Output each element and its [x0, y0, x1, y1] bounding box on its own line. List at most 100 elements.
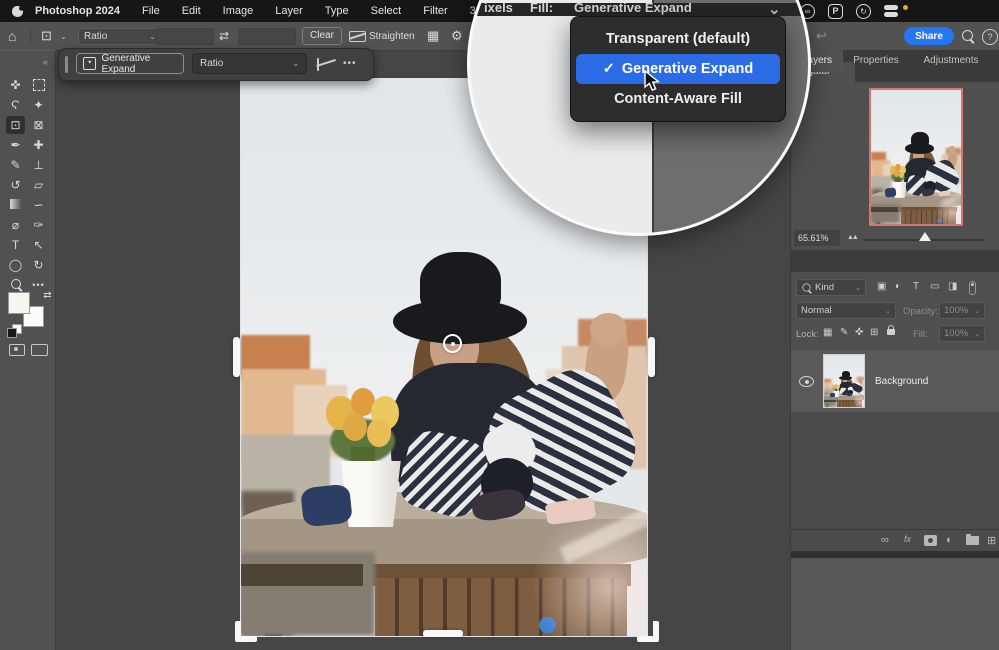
- menu-item-content-aware-fill[interactable]: Content-Aware Fill: [571, 84, 785, 114]
- eyedropper-tool[interactable]: ✒: [6, 136, 25, 154]
- straighten-icon[interactable]: [317, 59, 319, 70]
- shape-tool[interactable]: ◯: [6, 256, 25, 274]
- taskbar-grip[interactable]: [65, 56, 68, 73]
- smudge-tool[interactable]: ∽: [29, 196, 48, 214]
- history-brush-tool[interactable]: ↺: [6, 176, 25, 194]
- add-mask-icon[interactable]: [924, 535, 937, 549]
- foreground-color-swatch[interactable]: [8, 292, 30, 314]
- type-tool[interactable]: T: [6, 236, 25, 254]
- menu-image[interactable]: Image: [223, 5, 254, 17]
- opacity-value-dropdown[interactable]: 100% ⌄: [939, 302, 985, 319]
- filter-type-icon[interactable]: T: [913, 281, 919, 292]
- marquee-tool[interactable]: [29, 76, 48, 94]
- dodge-tool[interactable]: ⌀: [6, 216, 25, 234]
- lock-position-icon[interactable]: ✜: [855, 327, 863, 338]
- layer-row-background[interactable]: Background: [791, 350, 999, 412]
- swap-colors-icon[interactable]: ⇄: [38, 287, 57, 305]
- filter-smart-object-icon[interactable]: ◨: [948, 281, 957, 292]
- lock-pixels-icon[interactable]: ✎: [840, 327, 848, 338]
- magic-wand-tool[interactable]: ✦: [29, 96, 48, 114]
- filter-adjustment-icon[interactable]: ◐: [895, 281, 901, 292]
- ratio-preset-dropdown[interactable]: Ratio ⌄: [78, 28, 162, 45]
- search-icon[interactable]: [962, 30, 973, 41]
- link-layers-icon[interactable]: ∞: [881, 534, 889, 546]
- crop-handle-bottom[interactable]: [423, 630, 463, 637]
- zoom-out-icon[interactable]: ▲▲: [847, 234, 857, 241]
- sync-icon[interactable]: ↻: [856, 4, 871, 19]
- crop-handle-bottom-left[interactable]: [235, 621, 257, 642]
- hat-crown: [842, 371, 850, 377]
- stack-icon[interactable]: [884, 5, 898, 17]
- fill-value-dropdown[interactable]: 100% ⌄: [939, 325, 985, 342]
- menu-item-transparent[interactable]: Transparent (default): [571, 24, 785, 54]
- share-button[interactable]: Share: [904, 27, 954, 45]
- new-layer-icon[interactable]: ⊞: [987, 534, 996, 547]
- menu-item-generative-expand[interactable]: ✓ Generative Expand: [576, 54, 780, 84]
- tab-adjustments[interactable]: Adjustments: [909, 50, 993, 72]
- screen-mode-icon[interactable]: [30, 343, 49, 361]
- layer-filter-kind-dropdown[interactable]: Kind ⌄: [796, 279, 866, 296]
- gradient-tool[interactable]: [6, 196, 25, 214]
- grid-overlay-icon[interactable]: ▦: [427, 22, 439, 50]
- blend-mode-dropdown[interactable]: Normal ⌄: [796, 302, 896, 319]
- crop-height-input[interactable]: [238, 28, 296, 45]
- rotate-view-tool[interactable]: ↻: [29, 256, 48, 274]
- filter-shape-icon[interactable]: ▭: [930, 281, 939, 292]
- clear-button[interactable]: Clear: [302, 27, 342, 45]
- path-select-tool[interactable]: ↖: [29, 236, 48, 254]
- gear-icon[interactable]: ⚙: [451, 22, 463, 50]
- healing-brush-tool[interactable]: ✚: [29, 136, 48, 154]
- crop-tool-icon[interactable]: ⊡: [41, 22, 52, 50]
- menu-select[interactable]: Select: [371, 5, 402, 17]
- help-icon[interactable]: ?: [982, 29, 998, 45]
- lock-transparency-icon[interactable]: ▦: [823, 327, 832, 338]
- menu-layer[interactable]: Layer: [275, 5, 303, 17]
- crop-handle-right[interactable]: [648, 337, 655, 377]
- crop-tool-selected[interactable]: ⊡: [6, 116, 25, 134]
- move-tool[interactable]: ✜: [6, 76, 25, 94]
- pen-tool[interactable]: ✑: [29, 216, 48, 234]
- new-group-icon[interactable]: [966, 534, 979, 548]
- crop-handle-bottom-right[interactable]: [637, 621, 659, 642]
- lasso-tool[interactable]: Ϛ: [6, 96, 25, 114]
- frame-tool[interactable]: ⊠: [29, 116, 48, 134]
- collapse-panel-icon[interactable]: «: [36, 53, 55, 71]
- crop-handle-left[interactable]: [233, 337, 240, 377]
- tab-properties[interactable]: Properties: [843, 50, 909, 72]
- quick-mask-icon[interactable]: [7, 343, 26, 361]
- new-adjustment-icon[interactable]: ◐: [946, 534, 953, 546]
- clone-stamp-tool[interactable]: ⊥: [29, 156, 48, 174]
- crop-width-input[interactable]: [156, 28, 214, 45]
- apple-icon[interactable]: [12, 6, 23, 17]
- home-icon[interactable]: ⌂: [8, 22, 16, 50]
- default-colors-icon[interactable]: [7, 328, 17, 338]
- menu-file[interactable]: File: [142, 5, 160, 17]
- generative-expand-button[interactable]: ✦ Generative Expand: [76, 53, 184, 74]
- menu-edit[interactable]: Edit: [182, 5, 201, 17]
- brush-tool[interactable]: ✎: [6, 156, 25, 174]
- layer-visibility-eye-icon[interactable]: [799, 376, 814, 387]
- menu-type[interactable]: Type: [325, 5, 349, 17]
- more-options-icon[interactable]: •••: [343, 58, 357, 69]
- layer-name[interactable]: Background: [875, 376, 928, 387]
- flower-4: [343, 413, 367, 441]
- navigator-preview[interactable]: [869, 88, 963, 226]
- swap-dimensions-icon[interactable]: ⇄: [219, 22, 229, 50]
- lock-artboard-icon[interactable]: ⊞: [870, 327, 878, 338]
- undo-icon[interactable]: ↩: [816, 22, 827, 50]
- straighten-icon[interactable]: [349, 22, 366, 50]
- chevron-down-icon[interactable]: ⌄: [60, 22, 67, 50]
- taskbar-ratio-dropdown[interactable]: Ratio ⌄: [192, 53, 307, 74]
- menu-filter[interactable]: Filter: [423, 5, 447, 17]
- crop-reference-point[interactable]: [443, 334, 462, 353]
- eraser-tool[interactable]: ▱: [29, 176, 48, 194]
- layer-style-fx-icon[interactable]: fx: [904, 534, 911, 544]
- fill-dropdown-value[interactable]: Generative Expand: [574, 3, 692, 15]
- filter-toggle[interactable]: [969, 281, 976, 298]
- p-app-icon[interactable]: P: [828, 4, 843, 19]
- layer-thumbnail[interactable]: [823, 354, 865, 408]
- filter-image-icon[interactable]: ▣: [877, 281, 886, 292]
- straighten-label[interactable]: Straighten: [369, 22, 415, 50]
- lock-all-icon[interactable]: [887, 323, 895, 338]
- zoom-slider-thumb[interactable]: [919, 232, 931, 244]
